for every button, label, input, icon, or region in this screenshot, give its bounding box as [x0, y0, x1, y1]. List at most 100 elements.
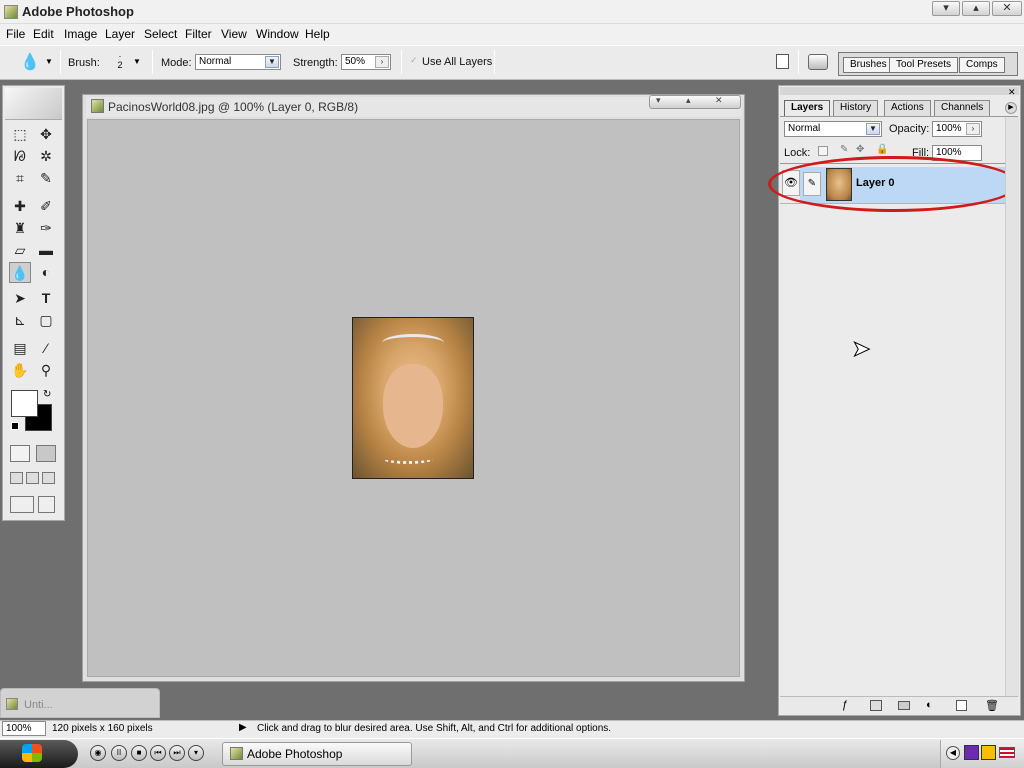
standard-mode-button[interactable]: [10, 445, 30, 462]
notes-tool-icon[interactable]: ▤: [9, 338, 31, 359]
foreground-color-swatch[interactable]: [11, 390, 38, 417]
panel-scrollbar[interactable]: [1005, 117, 1019, 697]
dodge-tool-icon[interactable]: ◐: [35, 262, 57, 283]
feather-logo-icon[interactable]: [5, 88, 62, 120]
portrait-image[interactable]: [352, 317, 474, 479]
media-menu-icon[interactable]: ▾: [188, 745, 204, 761]
tray-ati-icon[interactable]: [981, 745, 996, 760]
media-pause-icon[interactable]: II: [111, 745, 127, 761]
well-tab-brushes[interactable]: Brushes: [843, 57, 894, 73]
menu-select[interactable]: Select: [144, 27, 177, 41]
eyedropper-tool-icon[interactable]: ⁄: [35, 338, 57, 359]
media-stop-icon[interactable]: ◉: [90, 745, 106, 761]
media-next-icon[interactable]: ⏭: [169, 745, 185, 761]
adjustment-layer-icon[interactable]: ◐: [926, 699, 933, 711]
trash-icon[interactable]: 🗑: [985, 699, 999, 712]
tab-layers[interactable]: Layers: [784, 100, 831, 116]
media-previous-icon[interactable]: ⏮: [150, 745, 166, 761]
menu-edit[interactable]: Edit: [33, 27, 54, 41]
tray-back-arrow-icon[interactable]: ◀: [946, 746, 960, 760]
tab-actions[interactable]: Actions: [884, 100, 931, 116]
crop-tool-icon[interactable]: ⌗: [9, 168, 31, 189]
lock-image-icon[interactable]: ✎: [840, 144, 848, 155]
jump-to-imageready-icon[interactable]: [10, 496, 34, 513]
panel-close-icon[interactable]: ✕: [1008, 87, 1016, 98]
lock-position-icon[interactable]: ✥: [856, 144, 864, 155]
opacity-input[interactable]: 100% ›: [932, 121, 982, 137]
blur-drop-icon[interactable]: 💧: [20, 52, 40, 72]
lasso-tool-icon[interactable]: ᘘ: [9, 146, 31, 167]
zoom-input[interactable]: 100%: [2, 721, 46, 736]
status-hint: Click and drag to blur desired area. Use…: [257, 723, 612, 734]
menu-layer[interactable]: Layer: [105, 27, 135, 41]
use-all-layers-label: Use All Layers: [422, 56, 493, 68]
menu-help[interactable]: Help: [305, 27, 330, 41]
path-selection-tool-icon[interactable]: ➤: [9, 288, 31, 309]
default-colors-icon[interactable]: [11, 422, 19, 430]
swap-colors-icon[interactable]: ↻: [43, 389, 51, 400]
use-all-layers-checkbox[interactable]: ✓: [410, 56, 419, 65]
tab-history[interactable]: History: [833, 100, 879, 116]
minimize-button[interactable]: ▾: [932, 1, 960, 16]
blend-mode-select[interactable]: Normal ▼: [784, 121, 882, 137]
add-mask-icon[interactable]: [870, 700, 882, 711]
move-tool-icon[interactable]: ✥: [35, 124, 57, 145]
shape-tool-icon[interactable]: ▢: [35, 310, 57, 331]
well-tab-tool-presets[interactable]: Tool Presets: [889, 57, 959, 73]
restore-button[interactable]: ▴: [962, 1, 990, 16]
new-layer-icon[interactable]: [956, 700, 967, 711]
quick-mask-mode-button[interactable]: [36, 445, 56, 462]
document-file-icon: [6, 698, 18, 710]
healing-brush-tool-icon[interactable]: ✚: [9, 196, 31, 217]
separator: [152, 50, 153, 74]
file-browser-icon[interactable]: [776, 54, 789, 69]
menu-image[interactable]: Image: [64, 27, 97, 41]
blend-mode-value: Normal: [788, 123, 821, 134]
blur-tool-icon[interactable]: 💧: [9, 262, 31, 283]
eraser-tool-icon[interactable]: ▱: [9, 240, 31, 261]
tool-preset-arrow-icon[interactable]: ▼: [45, 57, 53, 66]
history-brush-tool-icon[interactable]: ✑: [35, 218, 57, 239]
hand-tool-icon[interactable]: ✋: [9, 360, 31, 381]
screen-mode-standard-icon[interactable]: [10, 472, 23, 484]
new-group-icon[interactable]: [898, 701, 910, 710]
panel-grip[interactable]: [780, 87, 1019, 95]
well-tab-comps[interactable]: Comps: [959, 57, 1005, 73]
menu-file[interactable]: File: [6, 27, 25, 41]
layer-style-icon[interactable]: ƒ: [842, 699, 848, 711]
document-info[interactable]: 120 pixels x 160 pixels: [52, 723, 153, 734]
zoom-tool-icon[interactable]: ⚲: [35, 360, 57, 381]
document-maximize-icon[interactable]: ▴: [686, 95, 691, 106]
strength-input[interactable]: 50% ›: [341, 54, 391, 70]
brush-tool-icon[interactable]: ✐: [35, 196, 57, 217]
opacity-value: 100%: [936, 123, 962, 134]
screen-mode-full-icon[interactable]: [42, 472, 55, 484]
clone-stamp-tool-icon[interactable]: ♜: [9, 218, 31, 239]
slice-tool-icon[interactable]: ✎: [35, 168, 57, 189]
panel-menu-icon[interactable]: ▶: [1005, 102, 1017, 114]
mode-select[interactable]: Normal ▼: [195, 54, 281, 70]
lock-all-icon[interactable]: 🔒: [876, 144, 888, 155]
status-menu-arrow-icon[interactable]: ▶: [239, 722, 247, 733]
document-minimize-icon[interactable]: ▾: [656, 95, 661, 106]
marquee-tool-icon[interactable]: ⬚: [9, 124, 31, 145]
screen-mode-full-menu-icon[interactable]: [26, 472, 39, 484]
tab-channels[interactable]: Channels: [934, 100, 991, 116]
pen-tool-icon[interactable]: ⊾: [9, 310, 31, 331]
gradient-tool-icon[interactable]: ▬: [35, 240, 57, 261]
tray-language-flag-icon[interactable]: [999, 747, 1015, 758]
type-tool-icon[interactable]: T: [35, 288, 57, 309]
media-record-icon[interactable]: ■: [131, 745, 147, 761]
brush-preview[interactable]: · 2: [113, 52, 127, 70]
print-icon[interactable]: [808, 54, 828, 70]
edit-in-imageready-icon[interactable]: [38, 496, 55, 513]
lock-transparency-icon[interactable]: [818, 146, 828, 156]
tray-xp-icon[interactable]: [964, 745, 979, 760]
document-close-icon[interactable]: ✕: [715, 95, 723, 106]
magic-wand-tool-icon[interactable]: ✲: [35, 146, 57, 167]
close-button[interactable]: ✕: [992, 1, 1022, 16]
brush-dropdown-icon[interactable]: ▼: [133, 57, 141, 66]
menu-view[interactable]: View: [221, 27, 247, 41]
menu-filter[interactable]: Filter: [185, 27, 212, 41]
menu-window[interactable]: Window: [256, 27, 299, 41]
